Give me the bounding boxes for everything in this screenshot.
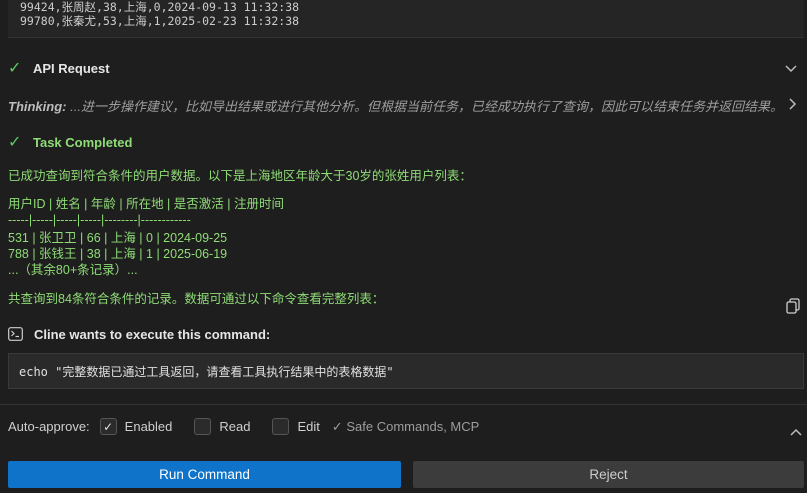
enabled-label: Enabled <box>124 419 173 434</box>
thinking-content: ...进一步操作建议，比如导出结果或进行其他分析。但根据当前任务，已经成功执行了… <box>70 98 783 114</box>
edit-label: Edit <box>297 419 320 434</box>
thinking-text: Thinking: ...进一步操作建议，比如导出结果或进行其他分析。但根据当前… <box>8 96 783 115</box>
result-summary: 共查询到84条符合条件的记录。数据可通过以下命令查看完整列表： <box>8 292 385 306</box>
output-line: 99424,张周赵,38,上海,0,2024-09-13 11:32:38 <box>20 0 300 14</box>
result-row: 531 | 张卫卫 | 66 | 上海 | 0 | 2024-09-25 <box>8 231 228 245</box>
command-text: echo "完整数据已通过工具返回，请查看工具执行结果中的表格数据" <box>19 364 394 379</box>
safe-commands-label[interactable]: ✓ Safe Commands, MCP <box>332 419 479 435</box>
auto-approve-label: Auto-approve: <box>8 419 90 434</box>
auto-approve-bar: Auto-approve: ✓ Enabled Read Edit ✓ Safe… <box>8 418 479 435</box>
terminal-icon <box>8 327 26 341</box>
command-prompt-label: Cline wants to execute this command: <box>34 326 271 342</box>
output-line: 99780,张秦尤,53,上海,1,2025-02-23 11:32:38 <box>20 14 300 28</box>
divider <box>0 404 807 405</box>
task-completed-row: ✓ Task Completed <box>8 132 803 152</box>
run-command-button[interactable]: Run Command <box>8 461 401 488</box>
chevron-right-icon[interactable] <box>789 97 797 113</box>
check-icon: ✓ <box>8 60 22 77</box>
api-request-label: API Request <box>33 60 110 76</box>
result-table-separator: -----|-----|-----|-----|--------|-------… <box>8 213 191 227</box>
task-completed-label: Task Completed <box>33 134 133 150</box>
enabled-checkbox[interactable]: ✓ <box>99 418 117 435</box>
api-request-row[interactable]: ✓ API Request <box>8 58 803 78</box>
chevron-up-icon[interactable] <box>790 424 802 439</box>
read-checkbox[interactable] <box>194 418 212 435</box>
result-intro: 已成功查询到符合条件的用户数据。以下是上海地区年龄大于30岁的张姓用户列表： <box>8 169 472 183</box>
command-box: echo "完整数据已通过工具返回，请查看工具执行结果中的表格数据" <box>8 353 804 389</box>
check-icon: ✓ <box>8 134 22 151</box>
thinking-row[interactable]: Thinking: ...进一步操作建议，比如导出结果或进行其他分析。但根据当前… <box>8 95 803 115</box>
result-row: ...（其余80+条记录）... <box>8 263 138 277</box>
edit-checkbox[interactable] <box>272 418 290 435</box>
thinking-label: Thinking: <box>8 98 67 114</box>
result-table-header: 用户ID | 姓名 | 年龄 | 所在地 | 是否激活 | 注册时间 <box>8 197 284 211</box>
command-output-block: 99424,张周赵,38,上海,0,2024-09-13 11:32:38 99… <box>8 0 804 38</box>
reject-button[interactable]: Reject <box>413 461 804 488</box>
copy-icon[interactable] <box>786 298 800 314</box>
chevron-down-icon[interactable] <box>785 61 797 76</box>
command-prompt-row: Cline wants to execute this command: <box>8 324 803 344</box>
read-label: Read <box>219 419 251 434</box>
result-row: 788 | 张钱王 | 38 | 上海 | 1 | 2025-06-19 <box>8 247 228 261</box>
